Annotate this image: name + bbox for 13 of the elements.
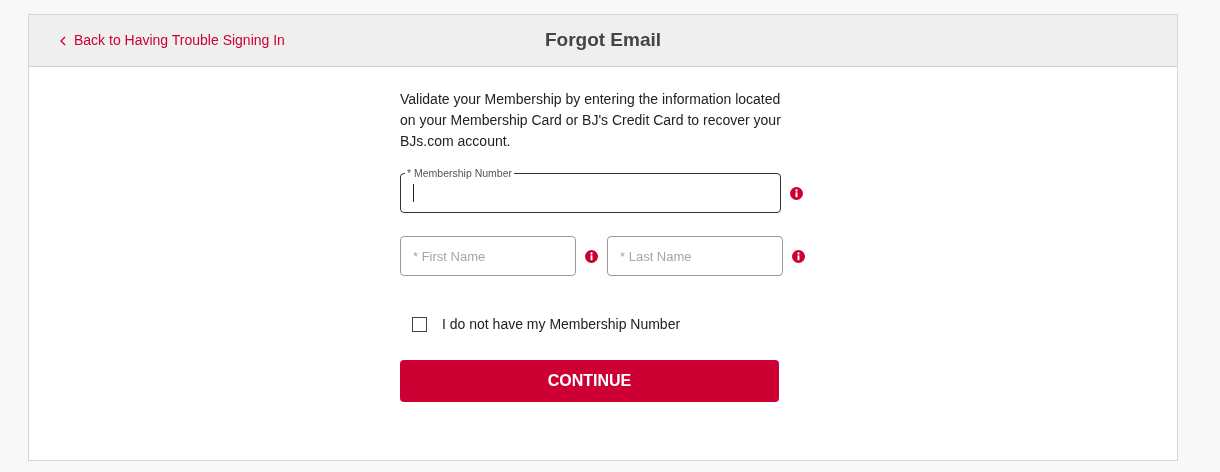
first-name-field[interactable]: * First Name	[400, 236, 576, 276]
chevron-left-icon	[60, 35, 66, 46]
back-link[interactable]: Back to Having Trouble Signing In	[60, 30, 285, 51]
info-icon[interactable]	[792, 249, 805, 263]
page-title: Forgot Email	[544, 28, 662, 53]
info-icon[interactable]	[585, 249, 598, 263]
info-icon[interactable]	[790, 186, 803, 200]
continue-button[interactable]: CONTINUE	[400, 360, 779, 402]
checkbox-label: I do not have my Membership Number	[442, 315, 681, 334]
intro-text: Validate your Membership by entering the information located on your Membership Card or BJ's Credit Card to recover your BJs.com account.	[400, 90, 782, 151]
text-cursor-icon	[413, 184, 414, 202]
checkbox[interactable]	[412, 317, 427, 332]
last-name-field[interactable]: * Last Name	[607, 236, 783, 276]
